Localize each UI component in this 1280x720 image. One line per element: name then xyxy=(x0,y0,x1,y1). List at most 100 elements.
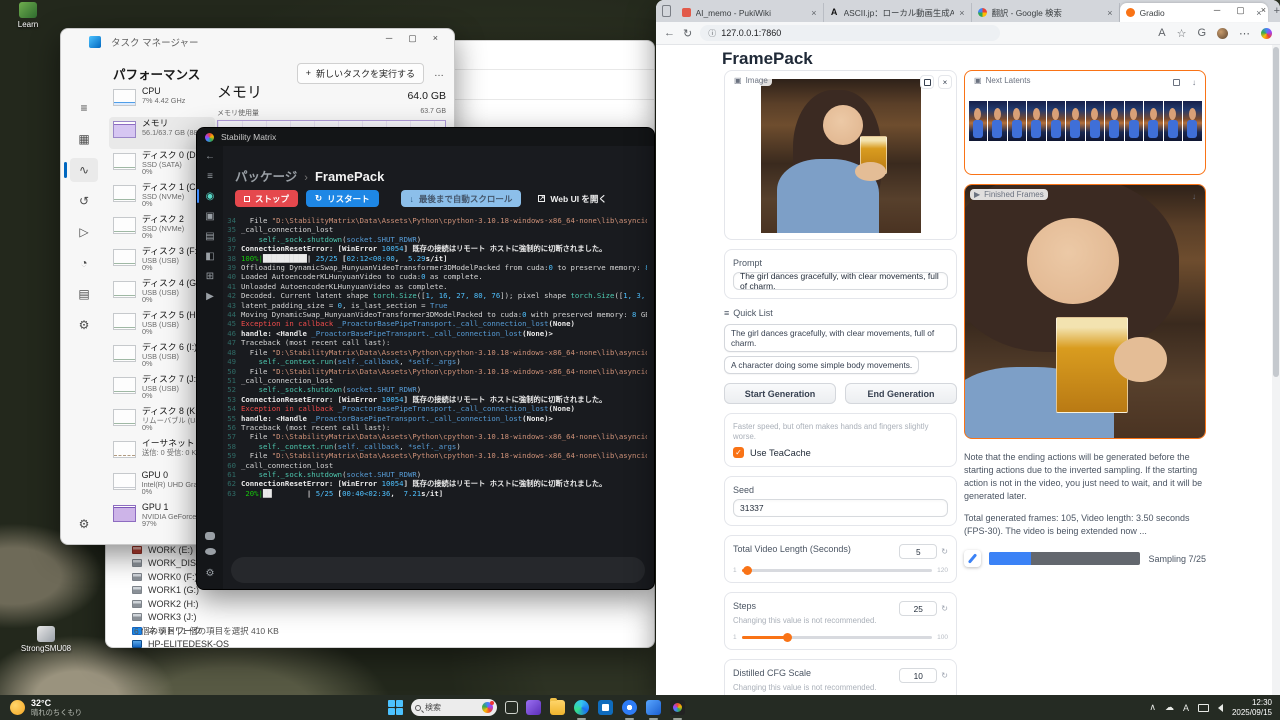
teacache-checkbox[interactable]: ✓ xyxy=(733,447,744,458)
discord-icon[interactable] xyxy=(205,548,216,555)
taskmgr-nav-icon[interactable]: ◔ xyxy=(70,251,98,275)
onedrive-cloud-icon[interactable]: ☁ xyxy=(1165,702,1174,713)
explorer-tree-item[interactable]: WORK3 (J:) xyxy=(132,611,352,625)
more-options-icon[interactable]: … xyxy=(434,68,444,79)
browser-tab[interactable]: AI_memo - PukiWiki× xyxy=(676,3,824,22)
tab-close-icon[interactable]: × xyxy=(1107,8,1112,18)
finished-frames-video[interactable] xyxy=(965,185,1205,438)
read-aloud-icon[interactable]: A xyxy=(1158,27,1165,39)
stability-nav-icon[interactable]: ≡ xyxy=(197,166,223,186)
slider-track[interactable] xyxy=(742,636,933,639)
close-icon[interactable]: × xyxy=(433,33,438,44)
breadcrumb-packages[interactable]: パッケージ xyxy=(235,166,297,185)
fullscreen-button[interactable] xyxy=(1169,75,1183,89)
new-tab-icon[interactable]: + xyxy=(1274,5,1280,17)
console-input[interactable] xyxy=(231,557,645,583)
slider-handle[interactable] xyxy=(743,566,752,575)
settings-gear-icon[interactable]: ⚙ xyxy=(197,563,223,583)
start-button[interactable] xyxy=(388,700,403,715)
fullscreen-button[interactable] xyxy=(920,75,934,89)
folder-taskbar-icon[interactable] xyxy=(550,700,565,715)
ime-icon[interactable]: A xyxy=(1183,703,1189,713)
display-icon[interactable] xyxy=(1198,704,1209,712)
taskmgr-settings-icon[interactable]: ⚙ xyxy=(70,512,98,536)
stability-nav-icon[interactable]: ◧ xyxy=(197,246,223,266)
store-taskbar-icon[interactable] xyxy=(598,700,613,715)
taskmgr-nav-icon[interactable]: ▦ xyxy=(70,127,98,151)
task-view-icon[interactable] xyxy=(505,701,518,714)
explorer-tree-item[interactable]: WORK2 (H:) xyxy=(132,597,352,611)
reload-icon[interactable]: ↻ xyxy=(683,27,692,40)
taskmgr-titlebar[interactable]: タスク マネージャー ─ ▢ × xyxy=(61,29,454,55)
site-info-icon[interactable]: ⓘ xyxy=(708,28,716,39)
slider-number-input[interactable]: 10 xyxy=(899,668,937,683)
quick-list-chip[interactable]: The girl dances gracefully, with clear m… xyxy=(724,324,957,352)
tab-close-icon[interactable]: × xyxy=(811,8,816,18)
stability-titlebar[interactable]: Stability Matrix xyxy=(197,128,654,146)
stability-nav-icon[interactable]: ▣ xyxy=(197,206,223,226)
tab-close-icon[interactable]: × xyxy=(959,8,964,18)
slider-number-input[interactable]: 5 xyxy=(899,544,937,559)
stability-nav-icon[interactable]: ← xyxy=(197,146,223,166)
stability-nav-icon[interactable]: ▤ xyxy=(197,226,223,246)
hidden-icons-chevron[interactable]: ∧ xyxy=(1149,702,1156,713)
taskmgr-nav-icon[interactable]: ∿ xyxy=(70,158,98,182)
end-generation-button[interactable]: End Generation xyxy=(845,383,957,404)
stability-nav-icon[interactable]: ⊞ xyxy=(197,266,223,286)
restart-button[interactable]: ↻ リスタート xyxy=(306,190,379,207)
slider-track[interactable] xyxy=(742,569,933,572)
explorer-tree-item[interactable]: HP-ELITEDESK-OS xyxy=(132,638,352,652)
bluewin-taskbar-icon[interactable] xyxy=(646,700,661,715)
address-bar[interactable]: ⓘ 127.0.0.1:7860 xyxy=(700,25,1000,41)
stop-button[interactable]: ストップ xyxy=(235,190,298,207)
close-icon[interactable]: × xyxy=(1261,5,1266,16)
weather-widget[interactable]: 32°C 晴れのちくもり xyxy=(10,698,82,718)
console-log[interactable]: 34 File "D:\StabilityMatrix\Data\Assets\… xyxy=(227,216,647,556)
taskmgr-nav-icon[interactable]: ≡ xyxy=(70,96,98,120)
taskmgr-nav-icon[interactable]: ▤ xyxy=(70,282,98,306)
image-upload-block[interactable]: ▣Image × xyxy=(724,70,957,240)
clear-image-button[interactable]: × xyxy=(938,75,952,89)
open-webui-button[interactable]: ↗ Web UI を開く xyxy=(529,190,616,207)
taskmgr-nav-icon[interactable]: ⚙ xyxy=(70,313,98,337)
desktop-icon-learn[interactable]: Learn xyxy=(0,2,56,29)
seed-input[interactable]: 31337 xyxy=(733,499,948,517)
reset-icon[interactable]: ↻ xyxy=(941,671,948,680)
quick-list-chip[interactable]: A character doing some simple body movem… xyxy=(724,356,919,374)
favorites-star-icon[interactable]: ☆ xyxy=(1177,27,1187,40)
download-icon[interactable]: ↓ xyxy=(1187,189,1201,203)
browser-tab[interactable]: AASCII.jp：ローカル動画生成AIの本...× xyxy=(824,3,972,22)
prompt-input[interactable]: The girl dances gracefully, with clear m… xyxy=(733,272,948,290)
tab-actions-icon[interactable] xyxy=(662,5,671,17)
maximize-icon[interactable]: ▢ xyxy=(1236,5,1245,16)
reset-icon[interactable]: ↻ xyxy=(941,547,948,556)
back-icon[interactable]: ← xyxy=(664,27,675,39)
slider-handle[interactable] xyxy=(783,633,792,642)
stability-nav-icon[interactable]: ◉ xyxy=(197,186,223,206)
profile-avatar[interactable] xyxy=(1217,28,1228,39)
compass-taskbar-icon[interactable] xyxy=(622,700,637,715)
download-icon[interactable]: ↓ xyxy=(1187,75,1201,89)
start-generation-button[interactable]: Start Generation xyxy=(724,383,836,404)
scrollbar-thumb[interactable] xyxy=(1273,47,1279,377)
slider-number-input[interactable]: 25 xyxy=(899,601,937,616)
page-scrollbar[interactable] xyxy=(1272,45,1280,695)
desktop-icon-strongsmu[interactable]: StrongSMU08 xyxy=(18,626,74,653)
chat-icon[interactable] xyxy=(205,532,215,540)
input-image-preview[interactable] xyxy=(761,79,921,233)
perf-list-item[interactable]: CPU7% 4.42 GHz xyxy=(109,85,215,117)
taskbar-clock[interactable]: 12:30 2025/09/15 xyxy=(1232,698,1272,718)
extension-icon[interactable]: G xyxy=(1197,27,1206,39)
stability-nav-icon[interactable]: ▶ xyxy=(197,286,223,306)
minimize-icon[interactable]: ─ xyxy=(386,33,392,44)
edge-taskbar-icon[interactable] xyxy=(574,700,589,715)
copilot-orb-icon[interactable] xyxy=(1261,28,1272,39)
browser-tab[interactable]: 翻訳 - Google 検索× xyxy=(972,3,1120,22)
reset-icon[interactable]: ↻ xyxy=(941,604,948,613)
taskmgr-nav-icon[interactable]: ↺ xyxy=(70,189,98,213)
maximize-icon[interactable]: ▢ xyxy=(408,33,417,44)
speaker-icon[interactable] xyxy=(1218,704,1223,712)
autoscroll-toggle[interactable]: ↓ 最後まで自動スクロール xyxy=(401,190,522,207)
more-menu-icon[interactable]: ⋯ xyxy=(1239,27,1250,40)
minimize-icon[interactable]: ─ xyxy=(1214,5,1220,16)
